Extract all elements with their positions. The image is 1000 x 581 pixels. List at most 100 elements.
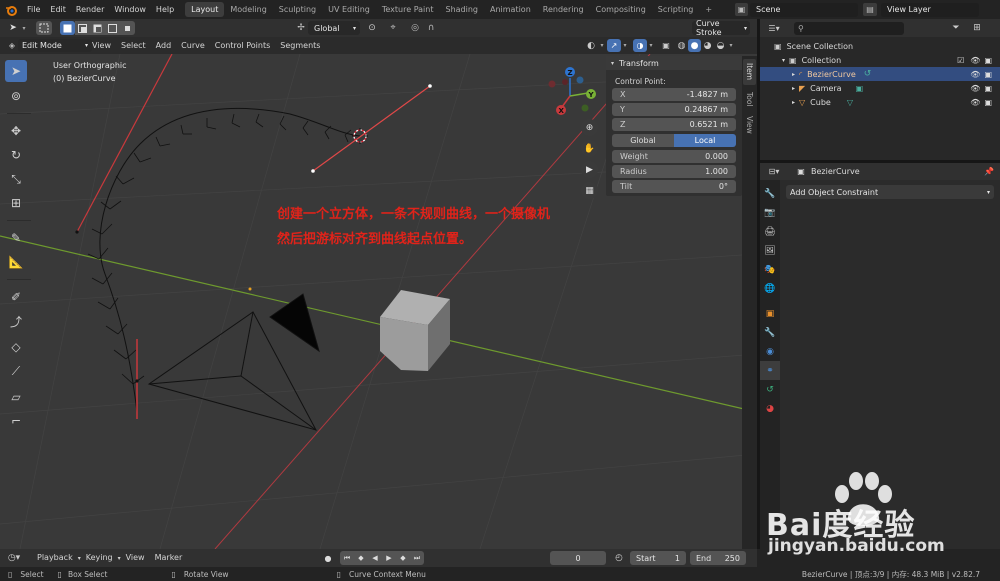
z-field[interactable]: Z 0.6521 m [612,118,736,131]
chevron-down-icon[interactable]: ▾ [621,39,629,52]
tab-layout[interactable]: Layout [185,2,225,17]
collection-row[interactable]: ▾ ▣ Collection ☑ 👁 ▣ [760,53,1000,67]
gizmo-toggle-icon[interactable]: ↗ [607,39,621,52]
tab-animation[interactable]: Animation [484,2,537,17]
add-object-constraint-dropdown[interactable]: Add Object Constraint ▾ [786,185,994,199]
local-button[interactable]: Local [674,134,736,147]
tab-texture-paint[interactable]: Texture Paint [376,2,440,17]
transform-tool-icon[interactable]: ⊞ [5,192,27,214]
blender-logo-icon[interactable] [0,0,22,19]
menu-select[interactable]: Select [116,37,151,54]
camera-render-icon[interactable]: ▣ [984,98,992,107]
particles-tab-icon[interactable]: ◉ [760,342,780,361]
prev-keyframe-icon[interactable]: ◆ [354,551,368,565]
eye-icon[interactable]: 👁 [970,70,980,79]
cube-row[interactable]: ▸ ▽ Cube ▽ 👁 ▣ [760,95,1000,109]
visibility-icon[interactable]: ◐ [583,39,599,52]
falloff-icon[interactable]: ∩ [424,21,438,35]
solid-shading-icon[interactable]: ● [688,39,701,52]
current-frame-field[interactable]: 0 [550,551,606,565]
proportional-edit-icon[interactable]: ◎ [408,21,422,35]
checkbox-icon[interactable]: ☑ [957,56,964,65]
tab-tool[interactable]: Tool [743,87,756,111]
record-icon[interactable]: ● [322,551,334,565]
radius-tool-icon[interactable]: ◇ [5,336,27,358]
mode-intersect-icon[interactable] [120,21,135,35]
menu-help[interactable]: Help [151,0,179,19]
radius-field[interactable]: Radius 1.000 [612,165,736,178]
jump-end-icon[interactable]: ⏭ [410,551,424,565]
zoom-icon[interactable]: ⊕ [581,119,598,136]
select-box-icon[interactable] [36,21,52,35]
pan-hand-icon[interactable]: ✋ [581,140,598,157]
chevron-down-icon[interactable]: ▾ [727,39,735,52]
new-collection-icon[interactable]: ⊞ [970,22,984,35]
camera-view-icon[interactable]: ▶ [581,161,598,178]
grid-view-icon[interactable]: ▦ [581,182,598,199]
chevron-down-icon[interactable]: ▾ [647,39,655,52]
select-tool-icon[interactable]: ➤ [5,60,27,82]
menu-file[interactable]: File [22,0,45,19]
mode-set-icon[interactable] [60,21,75,35]
control-point[interactable] [135,379,139,383]
y-field[interactable]: Y 0.24867 m [612,103,736,116]
extrude-tool-icon[interactable]: ⤴ [5,310,27,332]
tab-sculpting[interactable]: Sculpting [273,2,322,17]
annotate-tool-icon[interactable]: ✎ [5,227,27,249]
rendered-shading-icon[interactable]: ◒ [714,39,727,52]
mode-extend-icon[interactable] [75,21,90,35]
draw-curve-tool-icon[interactable]: ✐ [5,286,27,308]
eye-icon[interactable]: 👁 [970,98,980,107]
tab-view[interactable]: View [743,113,756,137]
transform-panel-header[interactable]: ▾ Transform [606,56,742,70]
rotate-tool-icon[interactable]: ↻ [5,144,27,166]
handle-point[interactable] [311,169,315,173]
scene-collection-row[interactable]: ▣ Scene Collection [760,39,1000,53]
menu-keying[interactable]: Keying [81,551,118,565]
data-tab-icon[interactable]: ↺ [760,380,780,399]
tab-scripting[interactable]: Scripting [652,2,700,17]
properties-type-icon[interactable]: ⊟▾ [765,165,783,178]
render-tab-icon[interactable]: 📷 [760,203,780,222]
eye-icon[interactable]: 👁 [970,56,980,65]
mode-dropdown[interactable]: Edit Mode ▾ [18,39,92,52]
camera-object[interactable] [147,293,320,431]
cursor-tool-icon[interactable]: ⊚ [5,85,27,107]
overlays-icon[interactable]: ◑ [633,39,647,52]
tab-uv-editing[interactable]: UV Editing [322,2,376,17]
end-frame-field[interactable]: End 250 [690,551,746,565]
transform-orientation[interactable]: ✢ Global ▾ ⊙ ⌖ ◎ ∩ [294,21,438,35]
tab-item[interactable]: Item [743,59,756,85]
tab-rendering[interactable]: Rendering [537,2,590,17]
material-tab-icon[interactable]: ◕ [760,399,780,418]
move-tool-icon[interactable]: ✥ [5,120,27,142]
tab-shading[interactable]: Shading [439,2,484,17]
randomize-tool-icon[interactable]: ▱ [5,386,27,408]
handle-point[interactable] [428,84,432,88]
transform-orientation-dropdown[interactable]: Global ▾ [308,21,360,35]
tilt-tool-icon[interactable]: ⟋ [5,360,27,382]
view-layer-tab-icon[interactable]: 🖼 [760,241,780,260]
brush-dropdown[interactable]: Curve Stroke ▾ [692,19,750,37]
add-workspace-button[interactable]: + [699,2,718,17]
pin-icon[interactable]: 📌 [982,165,996,178]
navigation-gizmo[interactable]: Z Y X [548,67,597,115]
object-tab-icon[interactable]: ▣ [760,304,780,323]
menu-marker[interactable]: Marker [150,551,188,565]
menu-window[interactable]: Window [109,0,151,19]
world-tab-icon[interactable]: 🌐 [760,279,780,298]
camera-row[interactable]: ▸ ◤ Camera ▣ 👁 ▣ [760,81,1000,95]
snap-icon[interactable]: ⌖ [386,21,400,35]
play-icon[interactable]: ▶ [382,551,396,565]
camera-render-icon[interactable]: ▣ [984,84,992,93]
dropdown-chevron-icon[interactable]: ▾ [20,21,28,35]
scene-field[interactable]: Scene [750,2,858,17]
timeline-type-icon[interactable]: ◷▾ [6,551,22,565]
cursor-arrow-icon[interactable]: ➤ [6,21,20,35]
jump-start-icon[interactable]: ⏮ [340,551,354,565]
shear-tool-icon[interactable]: ⌐ [5,410,27,432]
next-keyframe-icon[interactable]: ◆ [396,551,410,565]
mode-invert-icon[interactable] [105,21,120,35]
menu-view[interactable]: View [87,37,116,54]
menu-edit[interactable]: Edit [45,0,71,19]
